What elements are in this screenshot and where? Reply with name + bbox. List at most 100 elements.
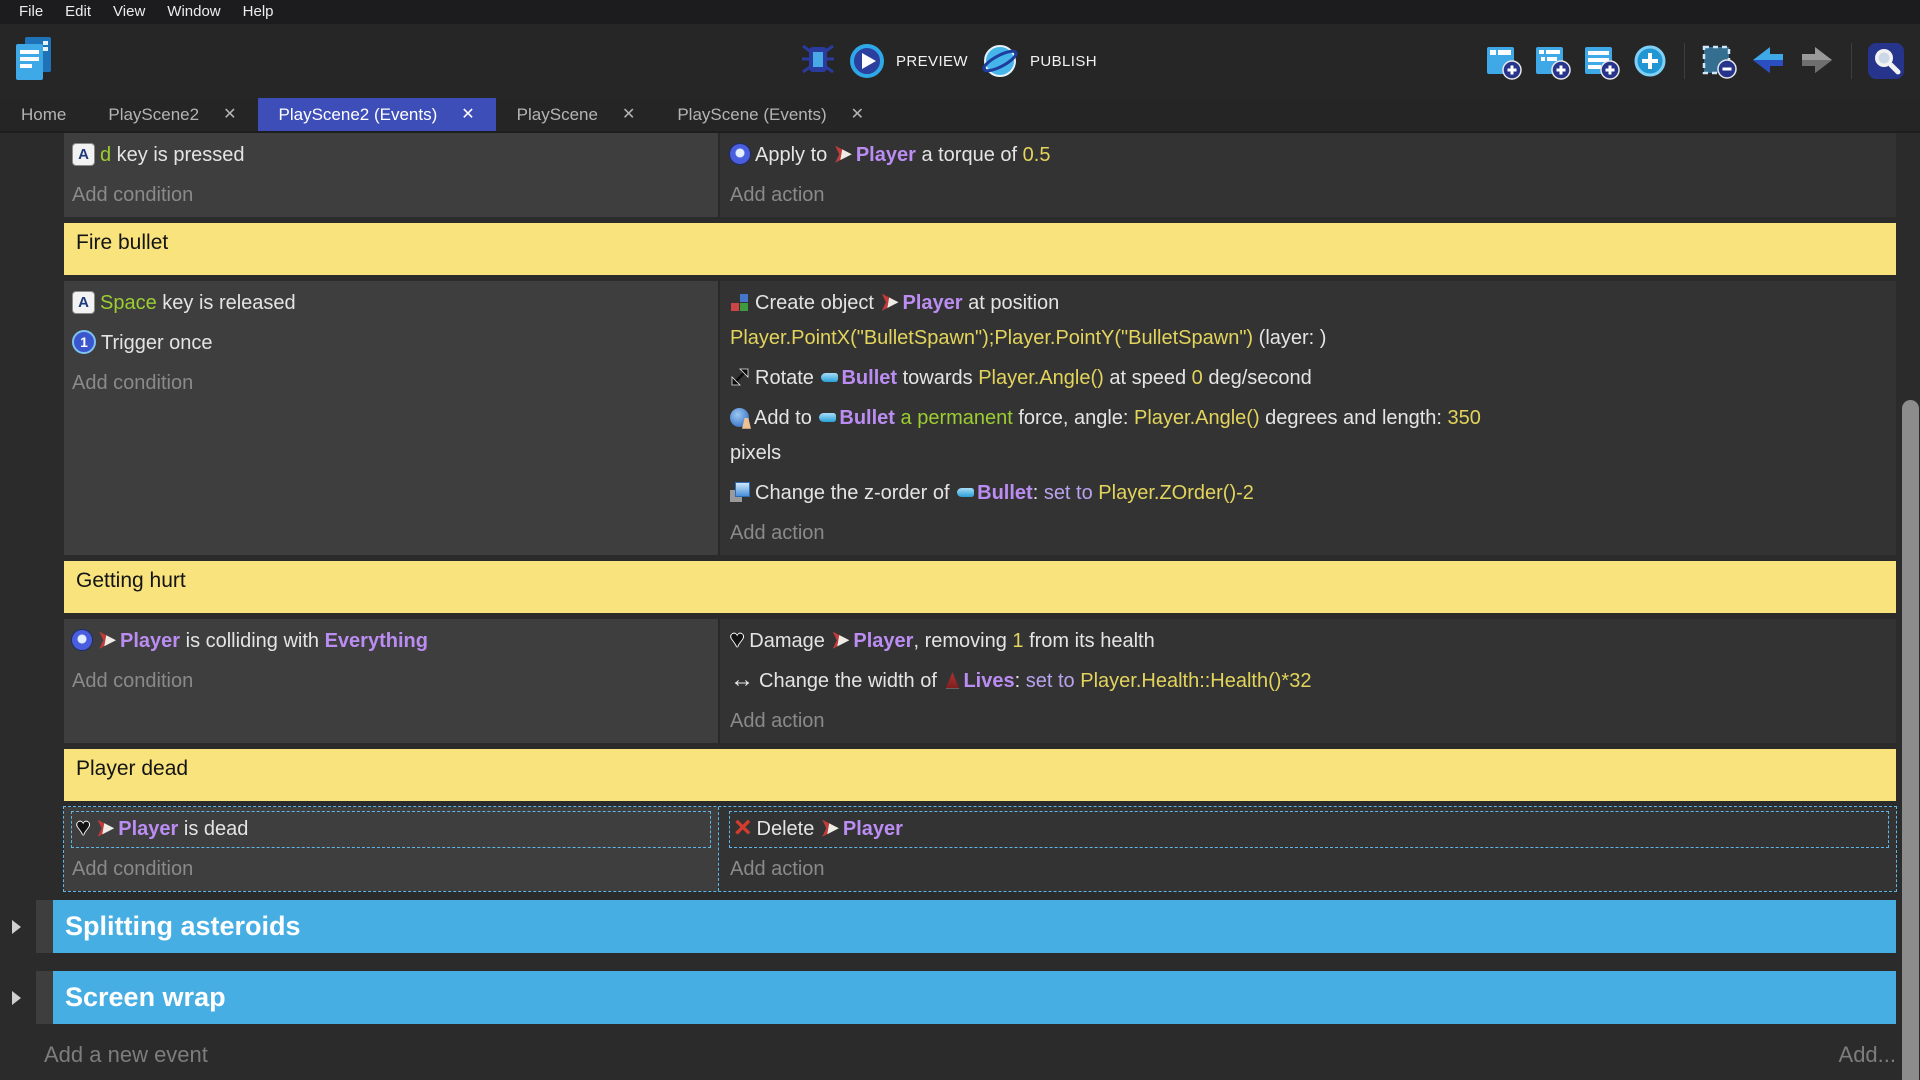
- tab-playscene[interactable]: PlayScene✕: [496, 98, 657, 131]
- group-row[interactable]: Screen wrap: [36, 971, 1896, 1024]
- condition-item[interactable]: d key is pressed: [72, 138, 710, 173]
- menu-file[interactable]: File: [8, 0, 54, 24]
- rotate-icon: [730, 367, 750, 387]
- text-segment: , removing: [913, 630, 1012, 652]
- add-event-icon[interactable]: [1483, 41, 1523, 81]
- lives-icon: [944, 672, 960, 688]
- condition-item[interactable]: Player is colliding with Everything: [72, 624, 710, 659]
- physics-icon: [730, 144, 750, 164]
- actions-column: ♥Damage Player, removing 1 from its heal…: [718, 619, 1896, 743]
- text-segment: Player: [843, 818, 903, 840]
- toolbar-separator: [1851, 43, 1852, 79]
- close-icon[interactable]: ✕: [461, 107, 474, 123]
- publish-button[interactable]: PUBLISH: [980, 41, 1097, 81]
- close-icon[interactable]: ✕: [851, 107, 864, 123]
- trigger-once-icon: [72, 330, 96, 354]
- tab-playscene2-events[interactable]: PlayScene2 (Events)✕: [258, 98, 496, 131]
- comment-row[interactable]: Fire bullet: [64, 223, 1896, 275]
- text-segment: Damage: [749, 630, 830, 652]
- action-item[interactable]: Rotate Bullet towards Player.Angle() at …: [730, 361, 1888, 396]
- action-item[interactable]: Add to Bullet a permanent force, angle: …: [730, 401, 1888, 471]
- tab-playscene-events[interactable]: PlayScene (Events)✕: [656, 98, 885, 131]
- toolbar-separator: [1684, 43, 1685, 79]
- text-segment: Apply to: [755, 144, 833, 166]
- text-segment: Bullet: [977, 482, 1033, 504]
- main-toolbar: PREVIEW PUBLISH: [0, 24, 1920, 98]
- collapse-arrow-icon[interactable]: [12, 920, 21, 934]
- menu-window[interactable]: Window: [156, 0, 231, 24]
- player-ship-icon: [882, 294, 899, 311]
- close-icon[interactable]: ✕: [622, 107, 635, 123]
- add-comment-icon[interactable]: [1581, 41, 1621, 81]
- add-condition-button[interactable]: Add condition: [72, 178, 710, 213]
- group-handle: [36, 971, 53, 1024]
- add-action-button[interactable]: Add action: [730, 704, 1888, 739]
- add-condition-button[interactable]: Add condition: [72, 366, 710, 401]
- condition-item[interactable]: Space key is released: [72, 286, 710, 321]
- group-label: Splitting asteroids: [65, 911, 301, 942]
- action-item[interactable]: ↔Change the width of Lives: set to Playe…: [730, 664, 1888, 699]
- text-segment: a permanent: [901, 407, 1013, 429]
- add-condition-button[interactable]: Add condition: [72, 852, 710, 887]
- add-new-event-button[interactable]: Add a new event: [44, 1042, 208, 1068]
- menu-help[interactable]: Help: [232, 0, 285, 24]
- text-segment: a torque of: [916, 144, 1023, 166]
- text-segment: (layer: ): [1253, 327, 1326, 349]
- tab-home[interactable]: Home: [0, 98, 87, 131]
- comment-row[interactable]: Player dead: [64, 749, 1896, 801]
- action-item[interactable]: Create object Player at position Player.…: [730, 286, 1888, 356]
- gdevelop-logo-icon[interactable]: [12, 35, 54, 88]
- text-segment: Space: [100, 292, 157, 314]
- tab-bar: Home PlayScene2✕ PlayScene2 (Events)✕ Pl…: [0, 98, 1920, 133]
- text-segment: degrees and length:: [1260, 407, 1448, 429]
- menu-edit[interactable]: Edit: [54, 0, 102, 24]
- action-item[interactable]: Change the z-order of Bullet: set to Pla…: [730, 476, 1888, 511]
- add-condition-button[interactable]: Add condition: [72, 664, 710, 699]
- event-row: Space key is released Trigger once Add con…: [64, 281, 1896, 555]
- actions-column: Create object Player at position Player.…: [718, 281, 1896, 555]
- action-item[interactable]: ×Delete Player: [729, 811, 1889, 848]
- preview-button[interactable]: PREVIEW: [848, 42, 968, 80]
- action-item[interactable]: ♥Damage Player, removing 1 from its heal…: [730, 624, 1888, 659]
- redo-icon[interactable]: [1797, 42, 1837, 80]
- vertical-scrollbar[interactable]: [1902, 400, 1919, 1080]
- debug-icon[interactable]: [800, 41, 836, 82]
- text-segment: :: [1015, 670, 1026, 692]
- add-action-button[interactable]: Add action: [730, 516, 1888, 551]
- player-ship-icon: [835, 146, 852, 163]
- text-segment: key is released: [157, 292, 296, 314]
- keyboard-icon: [72, 143, 95, 166]
- add-action-button[interactable]: Add action: [730, 852, 1888, 887]
- preview-label: PREVIEW: [896, 53, 968, 70]
- comment-row[interactable]: Getting hurt: [64, 561, 1896, 613]
- add-circle-icon[interactable]: [1630, 41, 1670, 81]
- add-button[interactable]: Add...: [1839, 1042, 1896, 1068]
- text-segment: 0: [1192, 367, 1203, 389]
- text-segment: Player.PointX("BulletSpawn");Player.Poin…: [730, 327, 1253, 349]
- text-segment: Lives: [963, 670, 1014, 692]
- group-row[interactable]: Splitting asteroids: [36, 900, 1896, 953]
- text-segment: Bullet: [841, 367, 897, 389]
- collapse-arrow-icon[interactable]: [12, 991, 21, 1005]
- action-item[interactable]: Apply to Player a torque of 0.5: [730, 138, 1888, 173]
- text-segment: Delete: [757, 818, 820, 840]
- text-segment: Player: [120, 630, 180, 652]
- tab-playscene2[interactable]: PlayScene2✕: [87, 98, 257, 131]
- menu-view[interactable]: View: [102, 0, 156, 24]
- publish-label: PUBLISH: [1030, 53, 1097, 70]
- add-subevent-icon[interactable]: [1532, 41, 1572, 81]
- add-action-button[interactable]: Add action: [730, 178, 1888, 213]
- zorder-icon: [730, 482, 750, 502]
- close-icon[interactable]: ✕: [223, 107, 236, 123]
- text-segment: Change the width of: [759, 670, 942, 692]
- search-icon[interactable]: [1866, 41, 1906, 81]
- text-segment: set to: [1026, 670, 1080, 692]
- text-segment: is dead: [178, 818, 248, 840]
- player-ship-icon: [832, 632, 849, 649]
- condition-item[interactable]: ♥Player is dead: [71, 811, 711, 848]
- undo-icon[interactable]: [1748, 42, 1788, 80]
- text-segment: Bullet: [839, 407, 895, 429]
- condition-item[interactable]: Trigger once: [72, 326, 710, 361]
- delete-selection-icon[interactable]: [1699, 41, 1739, 81]
- player-ship-icon: [97, 820, 114, 837]
